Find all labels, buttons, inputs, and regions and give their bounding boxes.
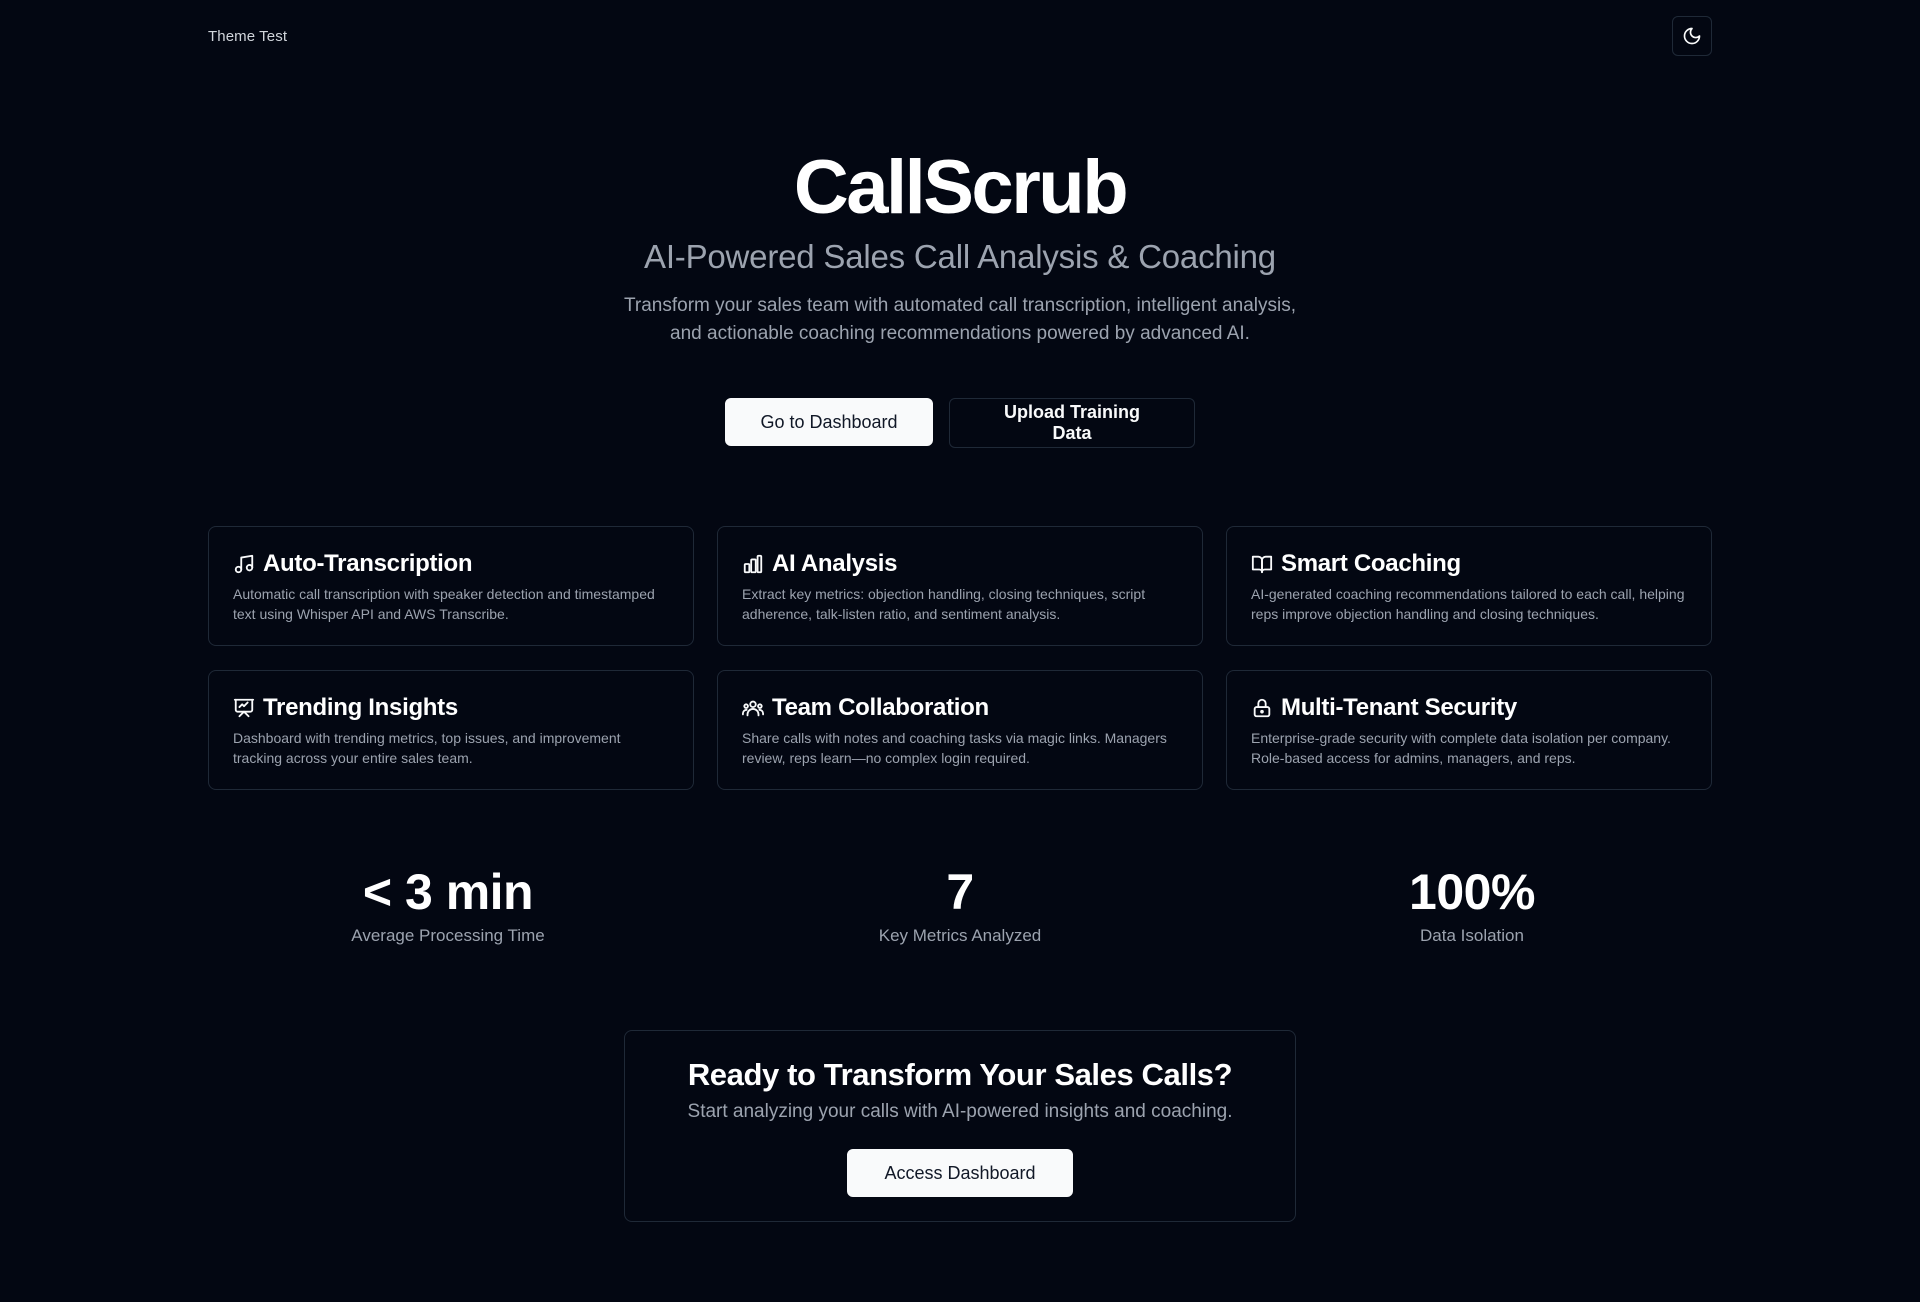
hero-title: CallScrub xyxy=(793,145,1129,230)
feature-description: Extract key metrics: objection handling,… xyxy=(742,586,1146,622)
feature-description: AI-generated coaching recommendations ta… xyxy=(1251,586,1685,622)
feature-title: Multi-Tenant Security xyxy=(1281,694,1517,721)
stat-value: 7 xyxy=(946,864,974,920)
stat-key-metrics: 7 Key Metrics Analyzed xyxy=(720,860,1200,946)
feature-card-trending-insights: Trending Insights Dashboard with trendin… xyxy=(208,670,694,790)
stat-label: Data Isolation xyxy=(1420,926,1524,945)
stat-label: Average Processing Time xyxy=(351,926,545,945)
stat-value: 100% xyxy=(1409,864,1535,920)
features-grid: Auto-Transcription Automatic call transc… xyxy=(208,526,1712,790)
book-open-icon xyxy=(1251,555,1273,574)
presentation-chart-icon xyxy=(233,698,255,718)
feature-title: Team Collaboration xyxy=(772,694,989,721)
hero-section: CallScrub AI-Powered Sales Call Analysis… xyxy=(0,140,1920,448)
feature-card-ai-analysis: AI Analysis Extract key metrics: objecti… xyxy=(717,526,1203,646)
feature-description: Automatic call transcription with speake… xyxy=(233,586,655,622)
theme-toggle-button[interactable] xyxy=(1672,16,1712,56)
stat-value: < 3 min xyxy=(362,864,534,920)
moon-icon xyxy=(1683,27,1701,45)
go-to-dashboard-button[interactable]: Go to Dashboard xyxy=(725,398,933,446)
music-note-icon xyxy=(234,554,254,574)
stat-label: Key Metrics Analyzed xyxy=(878,926,1042,945)
top-bar: Theme Test xyxy=(208,0,1712,72)
feature-description: Share calls with notes and coaching task… xyxy=(742,730,1167,766)
brand-label: Theme Test xyxy=(208,27,288,45)
feature-description: Dashboard with trending metrics, top iss… xyxy=(233,730,621,766)
access-dashboard-button[interactable]: Access Dashboard xyxy=(847,1149,1073,1197)
bar-chart-icon xyxy=(743,554,763,574)
lock-icon xyxy=(1253,698,1271,718)
feature-title: AI Analysis xyxy=(772,550,898,577)
hero-subtitle: AI-Powered Sales Call Analysis & Coachin… xyxy=(644,238,1276,275)
cta-subtitle: Start analyzing your calls with AI-power… xyxy=(687,1101,1233,1122)
hero-description: Transform your sales team with automated… xyxy=(624,295,1296,344)
feature-card-multi-tenant-security: Multi-Tenant Security Enterprise-grade s… xyxy=(1226,670,1712,790)
hero-actions: Go to Dashboard Upload Training Data xyxy=(0,398,1920,448)
cta-title: Ready to Transform Your Sales Calls? xyxy=(687,1057,1233,1092)
upload-training-data-button[interactable]: Upload Training Data xyxy=(949,398,1195,448)
feature-card-team-collaboration: Team Collaboration Share calls with note… xyxy=(717,670,1203,790)
stat-data-isolation: 100% Data Isolation xyxy=(1232,860,1712,946)
feature-title: Trending Insights xyxy=(263,694,458,721)
feature-title: Smart Coaching xyxy=(1281,550,1461,577)
stat-processing-time: < 3 min Average Processing Time xyxy=(208,860,688,946)
feature-title: Auto-Transcription xyxy=(263,550,473,577)
feature-card-auto-transcription: Auto-Transcription Automatic call transc… xyxy=(208,526,694,646)
feature-card-smart-coaching: Smart Coaching AI-generated coaching rec… xyxy=(1226,526,1712,646)
users-icon xyxy=(742,700,764,717)
cta-card: Ready to Transform Your Sales Calls? Sta… xyxy=(624,1030,1296,1222)
feature-description: Enterprise-grade security with complete … xyxy=(1251,730,1671,766)
stats-section: < 3 min Average Processing Time 7 Key Me… xyxy=(208,860,1712,946)
